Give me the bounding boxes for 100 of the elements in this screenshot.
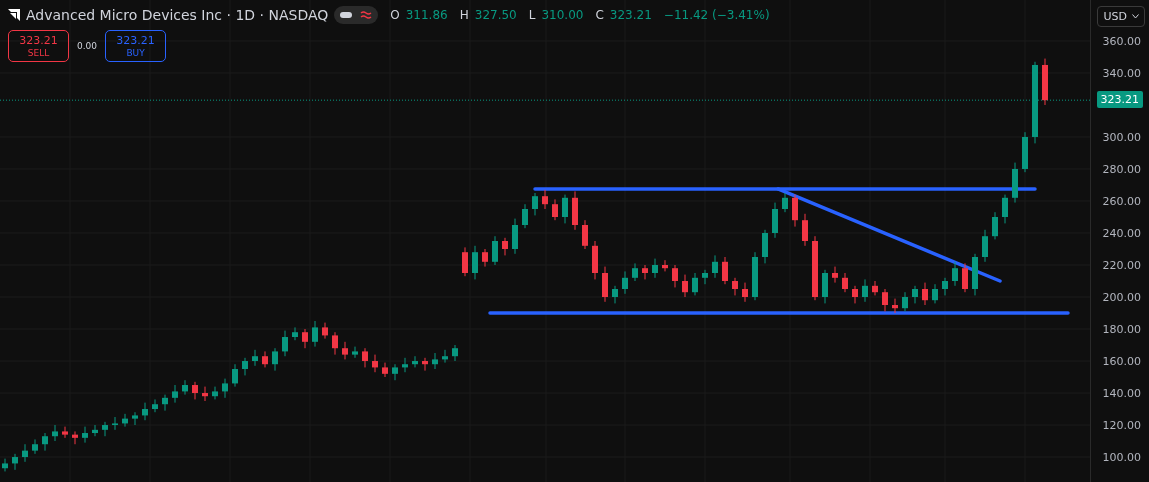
ohlc-value: 323.21 bbox=[609, 8, 652, 22]
candlestick bbox=[612, 285, 618, 304]
candlestick bbox=[692, 272, 698, 296]
candlestick bbox=[532, 192, 538, 216]
candlestick bbox=[72, 430, 78, 445]
candlestick bbox=[952, 261, 958, 287]
candlestick bbox=[1012, 162, 1018, 204]
candlestick bbox=[972, 253, 978, 296]
candlestick bbox=[512, 218, 518, 255]
candlestick bbox=[62, 426, 68, 439]
axis-label: 140.00 bbox=[1102, 387, 1141, 401]
candlestick bbox=[312, 320, 318, 348]
candlestick bbox=[742, 282, 748, 303]
candlestick bbox=[402, 357, 408, 373]
wave-icon bbox=[360, 10, 373, 20]
candlestick bbox=[102, 421, 108, 437]
candlestick bbox=[822, 269, 828, 304]
ohlc-value: 311.86 bbox=[405, 8, 448, 22]
candlestick bbox=[32, 438, 38, 455]
candlestick bbox=[452, 344, 458, 362]
candlestick bbox=[272, 347, 278, 372]
candlestick bbox=[932, 283, 938, 304]
candlestick bbox=[552, 198, 558, 221]
candlestick bbox=[12, 453, 18, 471]
candlestick bbox=[332, 331, 338, 356]
candlestick bbox=[342, 341, 348, 360]
candlestick bbox=[192, 381, 198, 400]
candlestick bbox=[202, 386, 208, 402]
candlestick bbox=[702, 269, 708, 285]
candlestick bbox=[522, 203, 528, 229]
candlestick bbox=[392, 363, 398, 381]
chevron-icon bbox=[1132, 14, 1139, 19]
candlestick bbox=[712, 254, 718, 279]
candlestick bbox=[622, 270, 628, 295]
candlestick bbox=[902, 291, 908, 312]
candlestick bbox=[282, 330, 288, 357]
ohlc-label: L bbox=[528, 8, 536, 22]
candlestick bbox=[502, 237, 508, 256]
candlestick bbox=[472, 245, 478, 280]
ohlc-label: O bbox=[390, 8, 400, 22]
symbol-title: Advanced Micro Devices Inc · 1D · NASDAQ bbox=[26, 7, 329, 23]
candlestick bbox=[872, 280, 878, 296]
minus-icon bbox=[340, 12, 353, 18]
candlestick bbox=[662, 259, 668, 272]
axis-label: 240.00 bbox=[1102, 227, 1141, 240]
candlestick bbox=[162, 394, 168, 412]
candlestick bbox=[782, 192, 788, 213]
candlestick bbox=[762, 229, 768, 264]
candlestick bbox=[182, 379, 188, 396]
candlestick bbox=[962, 262, 968, 293]
candlestick bbox=[882, 288, 888, 312]
candlestick bbox=[642, 264, 648, 280]
candlestick bbox=[1002, 194, 1008, 224]
axis-label: 160.00 bbox=[1102, 355, 1141, 368]
candlestick bbox=[462, 246, 468, 277]
candlestick bbox=[842, 272, 848, 293]
candlestick bbox=[242, 357, 248, 376]
candlestick bbox=[802, 213, 808, 247]
candlestick bbox=[152, 398, 158, 413]
candlestick bbox=[432, 352, 438, 370]
candlestick bbox=[262, 350, 268, 368]
candlestick bbox=[672, 264, 678, 288]
candlestick bbox=[302, 328, 308, 349]
candlestick bbox=[2, 458, 8, 472]
candlestick bbox=[732, 277, 738, 296]
candlestick bbox=[232, 363, 238, 388]
trend-lines-drawing[interactable] bbox=[488, 187, 1070, 315]
candlestick bbox=[92, 424, 98, 437]
candlestick bbox=[832, 266, 838, 284]
axis-label: 260.00 bbox=[1102, 195, 1141, 208]
candlestick bbox=[442, 349, 448, 364]
axis-label: 220.00 bbox=[1102, 259, 1141, 272]
ohlc-value: 327.50 bbox=[474, 8, 517, 22]
candlestick bbox=[982, 229, 988, 263]
candlestick bbox=[222, 378, 228, 399]
candlestick bbox=[582, 219, 588, 250]
candlestick bbox=[492, 235, 498, 266]
candlestick bbox=[922, 282, 928, 306]
candlestick bbox=[602, 266, 608, 303]
candlestick bbox=[682, 274, 688, 298]
candlestick bbox=[852, 285, 858, 304]
candlestick bbox=[812, 235, 818, 301]
axis-label: 200.00 bbox=[1102, 291, 1141, 304]
candlestick bbox=[122, 413, 128, 428]
candlestick bbox=[722, 256, 728, 285]
candlestick bbox=[212, 386, 218, 400]
candlestick bbox=[792, 194, 798, 228]
ohlc-label: C bbox=[595, 8, 604, 22]
buy-button[interactable]: 323.21 BUY bbox=[105, 30, 167, 62]
sell-button[interactable]: 323.21 SELL bbox=[8, 30, 69, 62]
candlestick bbox=[172, 384, 178, 404]
candlestick bbox=[362, 347, 368, 368]
logo-icon bbox=[8, 9, 20, 21]
axis-label: 100.00 bbox=[1102, 451, 1141, 465]
candlestick bbox=[142, 402, 148, 421]
axis-label: 340.00 bbox=[1102, 66, 1141, 80]
candlestick bbox=[1042, 58, 1048, 106]
currency-dropdown[interactable]: USD bbox=[1097, 6, 1145, 27]
candlestick bbox=[592, 240, 598, 280]
price-label: 323.21 bbox=[1096, 91, 1143, 109]
